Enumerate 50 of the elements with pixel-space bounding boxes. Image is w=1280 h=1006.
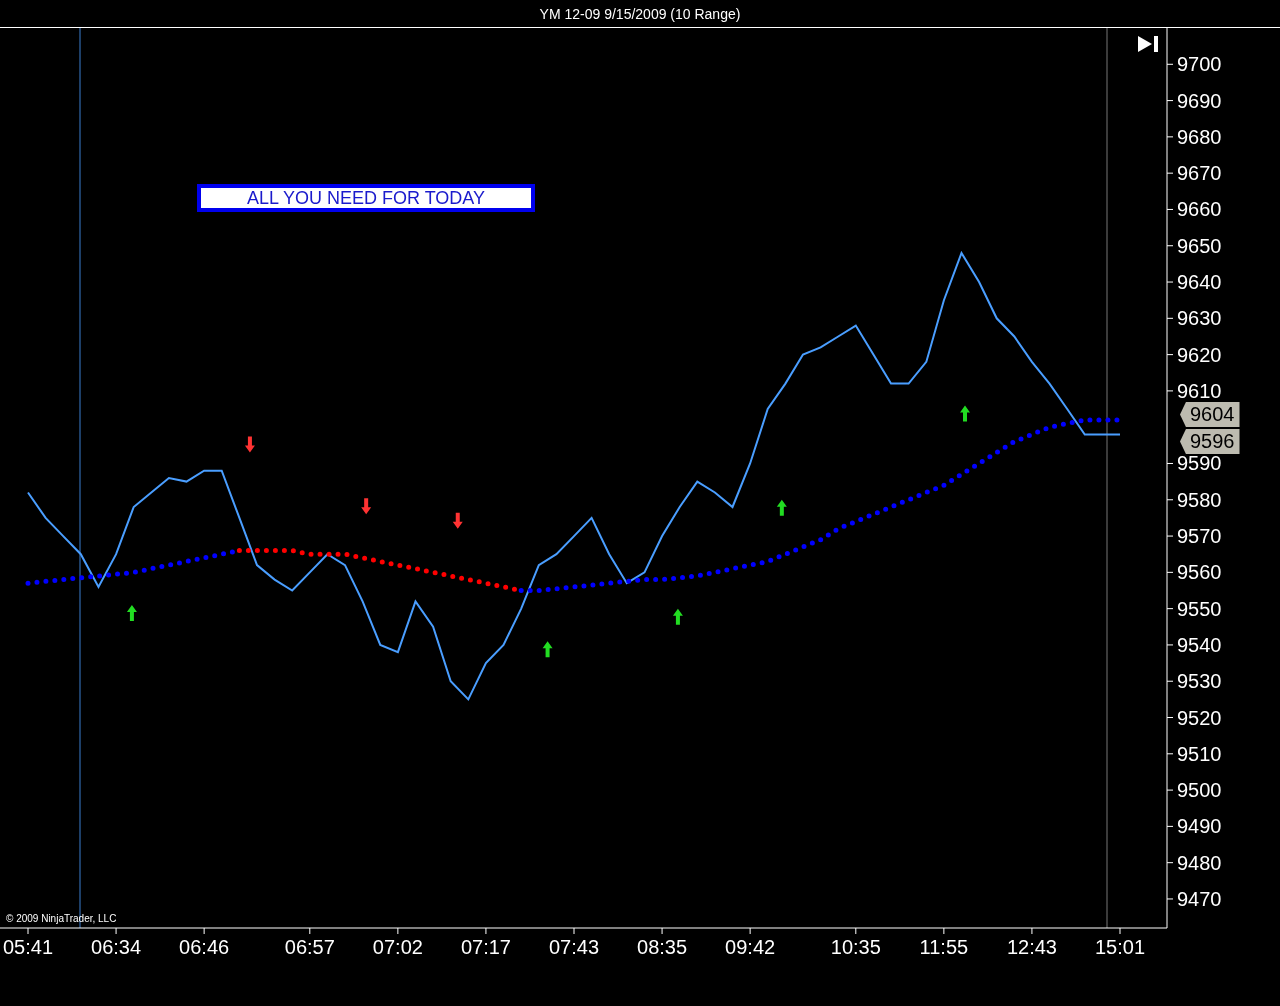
axis-label: 07:17: [460, 936, 511, 958]
axis-label: 9690: [1177, 89, 1222, 112]
price-marker: 9596: [1180, 429, 1240, 454]
axis-label: 06:46: [179, 936, 230, 958]
axis-label: 9630: [1177, 307, 1222, 330]
axis-label: 9700: [1177, 53, 1222, 76]
up-arrow-icon: [542, 641, 553, 658]
axis-label: 9510: [1177, 742, 1222, 765]
axis-label: 9550: [1177, 597, 1222, 620]
axis-label: 05:41: [2, 936, 54, 958]
up-arrow-icon: [776, 499, 787, 516]
banner: ALL YOU NEED FOR TODAY: [197, 184, 535, 212]
axis-label: 15:01: [1094, 936, 1146, 958]
axis-label: 12:43: [1006, 936, 1057, 958]
axis-label: 9610: [1177, 379, 1222, 402]
axis-label: 9640: [1177, 271, 1222, 294]
axis-label: 9650: [1177, 234, 1222, 257]
axis-label: 9540: [1177, 633, 1222, 656]
copyright-text: © 2009 NinjaTrader, LLC: [6, 913, 117, 924]
axis-label: 9620: [1177, 343, 1222, 366]
axis-label: 06:34: [91, 936, 142, 958]
up-arrow-icon: [126, 605, 137, 621]
up-arrow-icon: [672, 608, 683, 625]
axis-label: 09:42: [725, 936, 776, 958]
axis-label: 9490: [1177, 815, 1222, 838]
axis-label: 9480: [1177, 851, 1222, 874]
axis-label: 07:43: [548, 936, 600, 958]
down-arrow-icon: [452, 512, 463, 529]
price-marker: 9604: [1180, 402, 1240, 427]
window-title: YM 12-09 9/15/2009 (10 Range): [539, 5, 741, 22]
axis-label: 10:35: [830, 936, 881, 958]
axis-label: 9520: [1177, 706, 1222, 729]
axis-label: 9660: [1177, 198, 1222, 221]
axis-label: 9470: [1177, 887, 1222, 910]
axis-label: 9530: [1177, 670, 1222, 693]
axis-label: 9580: [1177, 488, 1222, 511]
axis-label: 9500: [1177, 779, 1222, 802]
axis-label: 9560: [1177, 561, 1222, 584]
axis-label: 9570: [1177, 525, 1222, 548]
axis-label: 07:02: [372, 936, 423, 958]
down-arrow-icon: [244, 436, 255, 453]
axis-label: 9680: [1177, 125, 1222, 148]
down-arrow-icon: [361, 498, 372, 515]
skip-to-end-icon[interactable]: [1138, 36, 1158, 52]
axis-label: 06:57: [284, 936, 335, 958]
axis-label: 9670: [1177, 162, 1222, 185]
axis-label: 9590: [1177, 452, 1222, 475]
axis-label: 11:55: [919, 936, 969, 958]
up-arrow-icon: [960, 405, 970, 422]
axis-label: 08:35: [637, 936, 688, 958]
